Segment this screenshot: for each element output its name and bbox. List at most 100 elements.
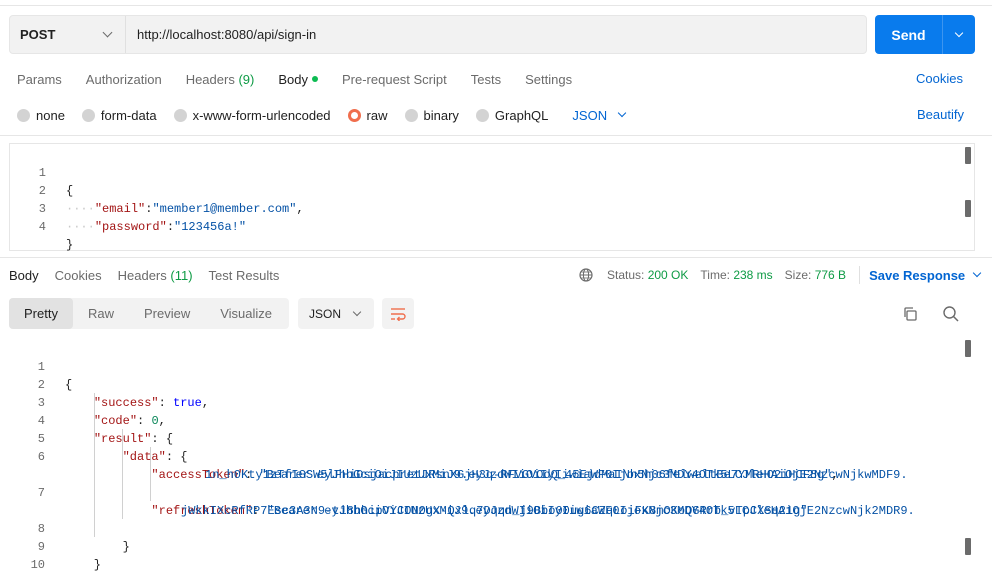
save-response-button[interactable]: Save Response [869, 267, 982, 283]
code-line: 3 ····"password":"123456a!" [10, 182, 246, 234]
code-line: 1 { [10, 146, 73, 198]
radio-raw[interactable]: raw [347, 108, 388, 123]
size-label: Size: [784, 268, 812, 282]
request-tabs: Params Authorization Headers (9) Body Pr… [17, 70, 596, 88]
search-icon[interactable] [942, 305, 960, 323]
tab-body-label: Body [278, 71, 308, 87]
open-brace: { [66, 184, 74, 198]
radio-graphql[interactable]: GraphQL [475, 107, 549, 123]
radio-circle [475, 108, 489, 122]
response-format-label: JSON [309, 306, 342, 321]
raw-format-select[interactable]: JSON [572, 107, 627, 123]
response-meta: Status: 200 OK Time: 238 ms Size: 776 B … [579, 266, 982, 284]
code-text: } [65, 558, 102, 572]
tab-settings[interactable]: Settings [525, 72, 572, 87]
view-pretty[interactable]: Pretty [9, 298, 73, 329]
view-raw[interactable]: Raw [73, 298, 129, 329]
json-number: 0 [151, 414, 159, 428]
line-number: 10 [30, 558, 45, 572]
response-tabs: Body Cookies Headers (11) Test Results [9, 266, 295, 284]
chevron-down-icon [352, 307, 362, 316]
code-text: 1n_h0Kty1zTfIGSW5lFHiDsjacpretJRsnXGjH3q… [205, 468, 839, 482]
url-input[interactable]: http://localhost:8080/api/sign-in [126, 27, 316, 42]
json-key: "result" [93, 432, 152, 446]
radio-label: none [36, 107, 65, 123]
chevron-down-icon [954, 28, 964, 37]
code-text: "data": { [122, 450, 188, 464]
tab-response-headers[interactable]: Headers (11) [118, 268, 193, 283]
raw-format-label: JSON [572, 107, 608, 123]
tab-authorization[interactable]: Authorization [86, 72, 162, 87]
code-text: ····"password":"123456a!" [66, 220, 247, 234]
tab-test-results[interactable]: Test Results [209, 268, 280, 283]
radio-circle [173, 108, 187, 122]
radio-label: GraphQL [494, 107, 549, 123]
tab-response-body[interactable]: Body [9, 268, 39, 283]
size-value[interactable]: 776 B [815, 268, 846, 282]
body-type-selector: none form-data x-www-form-urlencoded raw… [17, 106, 627, 124]
code-line: 5 "data": { [9, 412, 188, 464]
json-key: "success" [93, 396, 159, 410]
view-visualize[interactable]: Visualize [205, 298, 287, 329]
tab-body[interactable]: Body [278, 72, 318, 87]
radio-label: x-www-form-urlencoded [192, 107, 331, 123]
tab-headers[interactable]: Headers (9) [186, 72, 255, 87]
time-value[interactable]: 238 ms [733, 268, 772, 282]
section-divider [0, 257, 992, 258]
send-options-button[interactable] [943, 28, 975, 37]
tab-response-cookies[interactable]: Cookies [55, 268, 102, 283]
radio-none[interactable]: none [17, 108, 65, 123]
code-text: { [66, 182, 73, 200]
json-string: "123456a!" [174, 220, 247, 234]
code-text: "success": true, [93, 396, 210, 410]
code-line: 7 "refreshToken": "Bearer eyJhbGciOiJIUz… [9, 466, 915, 518]
globe-icon[interactable] [579, 268, 593, 282]
status-label: Status: [607, 268, 645, 282]
headers-count: (9) [238, 71, 255, 87]
response-body-viewer[interactable]: 1 { 2 "success": true, 3 "code": 0, 4 "r… [9, 339, 975, 573]
send-button[interactable]: Send [875, 27, 942, 43]
scrollbar-thumb[interactable] [965, 340, 971, 357]
status-value[interactable]: 200 OK [648, 268, 689, 282]
save-response-label: Save Response [869, 267, 966, 283]
method-label: POST [20, 27, 56, 42]
code-line: 3 "code": 0, [9, 376, 166, 428]
scrollbar-marker [965, 200, 971, 217]
code-text: } [65, 540, 130, 554]
radio-circle [81, 108, 95, 122]
copy-icon[interactable] [902, 306, 918, 322]
code-line: 2 "success": true, [9, 358, 209, 410]
response-format-select[interactable]: JSON [298, 298, 374, 329]
request-url-bar: POST http://localhost:8080/api/sign-in [9, 15, 867, 54]
code-text: { [65, 376, 72, 394]
tab-tests[interactable]: Tests [471, 72, 501, 87]
code-line-wrapped: 1n_h0Kty1zTfIGSW5lFHiDsjacpretJRsnXGjH3q… [9, 448, 839, 482]
json-key: "code" [93, 414, 138, 428]
wrap-lines-button[interactable] [382, 298, 414, 329]
indent-whitespace-icon: ···· [66, 220, 95, 234]
code-text: "result": { [93, 432, 174, 446]
code-text: ····"email":"member1@member.com", [66, 202, 304, 216]
json-key: "data" [122, 450, 166, 464]
request-body-editor[interactable]: 1 { 2 ····"email":"member1@member.com", … [9, 143, 975, 252]
json-string: jWkkIXcRfRP7Esc3A3N9-ti8hhipVYCON0gX-Qxl… [181, 504, 808, 518]
line-number: 4 [38, 220, 46, 234]
method-select[interactable]: POST [10, 16, 126, 53]
view-preview[interactable]: Preview [129, 298, 205, 329]
wrap-lines-icon [391, 307, 406, 321]
radio-binary[interactable]: binary [404, 108, 459, 123]
radio-form-data[interactable]: form-data [81, 108, 157, 123]
beautify-button[interactable]: Beautify [917, 107, 964, 122]
code-line-wrapped: jWkkIXcRfRP7Esc3A3N9-ti8hhipVYCON0gX-Qxl… [9, 484, 808, 518]
top-divider [0, 5, 992, 6]
tab-params[interactable]: Params [17, 72, 62, 87]
tab-response-headers-label: Headers [117, 267, 167, 283]
scrollbar-thumb[interactable] [965, 147, 971, 164]
json-key: "email" [94, 202, 146, 216]
close-brace: } [66, 238, 74, 252]
radio-circle [17, 108, 30, 122]
time-label: Time: [700, 268, 730, 282]
radio-urlencoded[interactable]: x-www-form-urlencoded [173, 107, 331, 123]
cookies-link[interactable]: Cookies [916, 71, 963, 86]
tab-pre-request-script[interactable]: Pre-request Script [342, 72, 447, 87]
